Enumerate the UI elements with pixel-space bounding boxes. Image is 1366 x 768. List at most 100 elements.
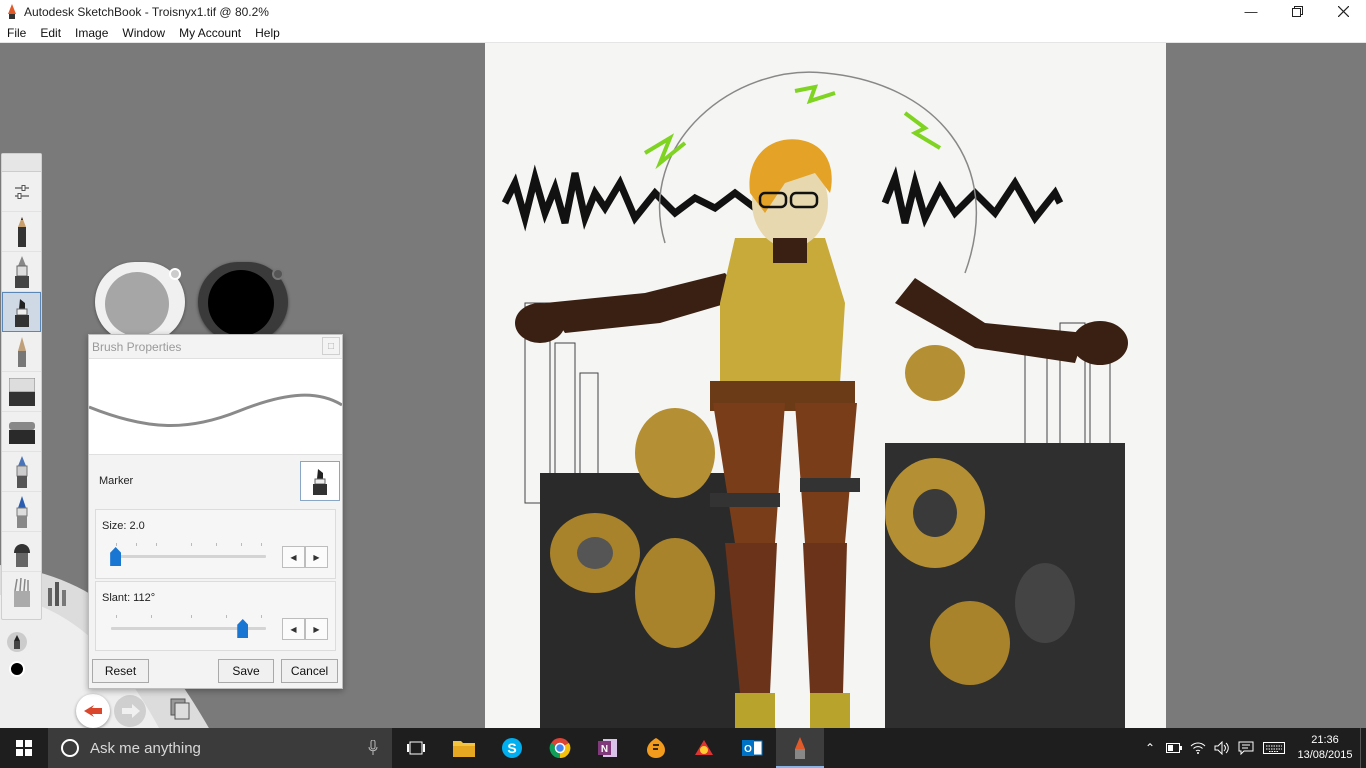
tool-ballpoint[interactable]	[2, 332, 41, 372]
brush-name: Marker	[99, 475, 134, 487]
chrome-button[interactable]	[536, 728, 584, 768]
notification-icon	[1238, 741, 1254, 755]
menu-my-account[interactable]: My Account	[172, 23, 248, 43]
undo-arrow-icon	[84, 705, 102, 717]
taskbar: Ask me anything S N O ⌃ 21:36 13/08/2015	[0, 728, 1366, 768]
tool-eraser[interactable]	[2, 412, 41, 452]
triangle-left-icon: ◀	[290, 552, 297, 562]
cortana-icon	[61, 739, 79, 757]
onenote-button[interactable]: N	[584, 728, 632, 768]
svg-text:N: N	[601, 744, 608, 755]
size-increase-button[interactable]: ▶	[305, 546, 328, 568]
menu-window[interactable]: Window	[115, 23, 172, 43]
brush-properties-header[interactable]: Brush Properties	[89, 335, 342, 359]
sketchbook-button[interactable]	[776, 728, 824, 768]
menu-help[interactable]: Help	[248, 23, 287, 43]
file-explorer-button[interactable]	[440, 728, 488, 768]
app-button[interactable]	[680, 728, 728, 768]
chrome-icon	[549, 738, 571, 759]
size-slider-track[interactable]	[111, 555, 266, 558]
volume-button[interactable]	[1210, 728, 1234, 768]
undo-button[interactable]	[76, 694, 110, 728]
layers-icon	[170, 698, 190, 720]
slant-label: Slant: 112°	[102, 592, 156, 604]
tool-wet-brush[interactable]	[2, 572, 41, 612]
size-slider-thumb[interactable]	[110, 547, 122, 566]
show-desktop-button[interactable]	[1360, 728, 1366, 768]
tool-ink-pen[interactable]	[2, 252, 41, 292]
outlook-button[interactable]: O	[728, 728, 776, 768]
sketchbook-icon	[795, 737, 805, 759]
maximize-button[interactable]	[1274, 0, 1320, 23]
tool-airbrush[interactable]	[2, 372, 41, 412]
windows-logo-icon	[16, 740, 32, 756]
paint-brush-icon	[16, 495, 27, 528]
drawing-canvas[interactable]	[485, 43, 1166, 728]
start-button[interactable]	[0, 728, 48, 768]
skype-button[interactable]: S	[488, 728, 536, 768]
menu-image[interactable]: Image	[68, 23, 115, 43]
cancel-button[interactable]: Cancel	[281, 659, 338, 683]
search-placeholder: Ask me anything	[90, 739, 201, 757]
layers-button[interactable]	[166, 694, 194, 724]
action-center-button[interactable]	[1234, 728, 1258, 768]
menu-bar: File Edit Image Window My Account Help	[0, 23, 1366, 43]
triangle-left-icon: ◀	[290, 624, 297, 634]
puck-knob-icon	[272, 268, 284, 280]
current-brush-indicator[interactable]	[7, 632, 27, 652]
size-decrease-button[interactable]: ◀	[282, 546, 305, 568]
toolbar-grip[interactable]	[2, 154, 41, 172]
artwork	[501, 71, 1128, 728]
panel-close-button[interactable]: □	[322, 337, 340, 355]
menu-edit[interactable]: Edit	[33, 23, 68, 43]
current-color-indicator[interactable]	[9, 661, 25, 677]
minimize-button[interactable]: —	[1228, 0, 1274, 23]
secondary-color-puck[interactable]	[95, 262, 185, 342]
eraser-icon	[8, 421, 35, 444]
chevron-up-icon: ⌃	[1144, 741, 1156, 755]
battery-button[interactable]	[1162, 728, 1186, 768]
size-group: Size: 2.0 ◀ ▶	[95, 509, 336, 579]
airbrush-icon	[8, 377, 35, 406]
minimize-icon: —	[1244, 4, 1258, 19]
fl-studio-icon	[647, 738, 665, 758]
skype-icon: S	[502, 738, 522, 758]
tool-pencil[interactable]	[2, 212, 41, 252]
microphone-icon[interactable]	[368, 740, 378, 756]
tool-chisel[interactable]	[2, 452, 41, 492]
keyboard-icon	[1263, 742, 1285, 754]
marker-icon	[14, 299, 29, 327]
task-view-button[interactable]	[392, 728, 440, 768]
brush-thumbnail[interactable]	[300, 461, 340, 501]
redo-button[interactable]	[114, 695, 146, 727]
close-button[interactable]	[1320, 0, 1366, 23]
clock[interactable]: 21:36 13/08/2015	[1290, 733, 1360, 763]
fl-studio-button[interactable]	[632, 728, 680, 768]
clock-date: 13/08/2015	[1297, 749, 1353, 761]
slant-group: Slant: 112° ◀ ▶	[95, 581, 336, 651]
tool-smear[interactable]	[2, 532, 41, 572]
close-icon: □	[327, 340, 335, 352]
show-hidden-icons-button[interactable]: ⌃	[1138, 728, 1162, 768]
maximize-icon	[1291, 6, 1303, 17]
slant-increase-button[interactable]: ▶	[305, 618, 328, 640]
tool-paint-brush[interactable]	[2, 492, 41, 532]
keyboard-button[interactable]	[1258, 728, 1290, 768]
cortana-search[interactable]: Ask me anything	[48, 728, 392, 768]
app-icon	[695, 740, 713, 755]
tool-settings[interactable]	[2, 172, 41, 212]
save-button[interactable]: Save	[218, 659, 274, 683]
menu-file[interactable]: File	[0, 23, 33, 43]
title-bar: Autodesk SketchBook - Troisnyx1.tif @ 80…	[0, 0, 1366, 23]
slant-decrease-button[interactable]: ◀	[282, 618, 305, 640]
stroke-preview-curve	[88, 393, 343, 428]
primary-color-puck[interactable]	[198, 262, 288, 342]
tool-marker[interactable]	[2, 292, 41, 332]
outlook-icon: O	[742, 740, 763, 756]
wifi-button[interactable]	[1186, 728, 1210, 768]
svg-text:O: O	[744, 744, 752, 755]
slant-slider-thumb[interactable]	[237, 619, 249, 638]
reset-button[interactable]: Reset	[92, 659, 149, 683]
brush-library-button[interactable]	[45, 576, 69, 608]
redo-arrow-icon	[122, 704, 140, 718]
